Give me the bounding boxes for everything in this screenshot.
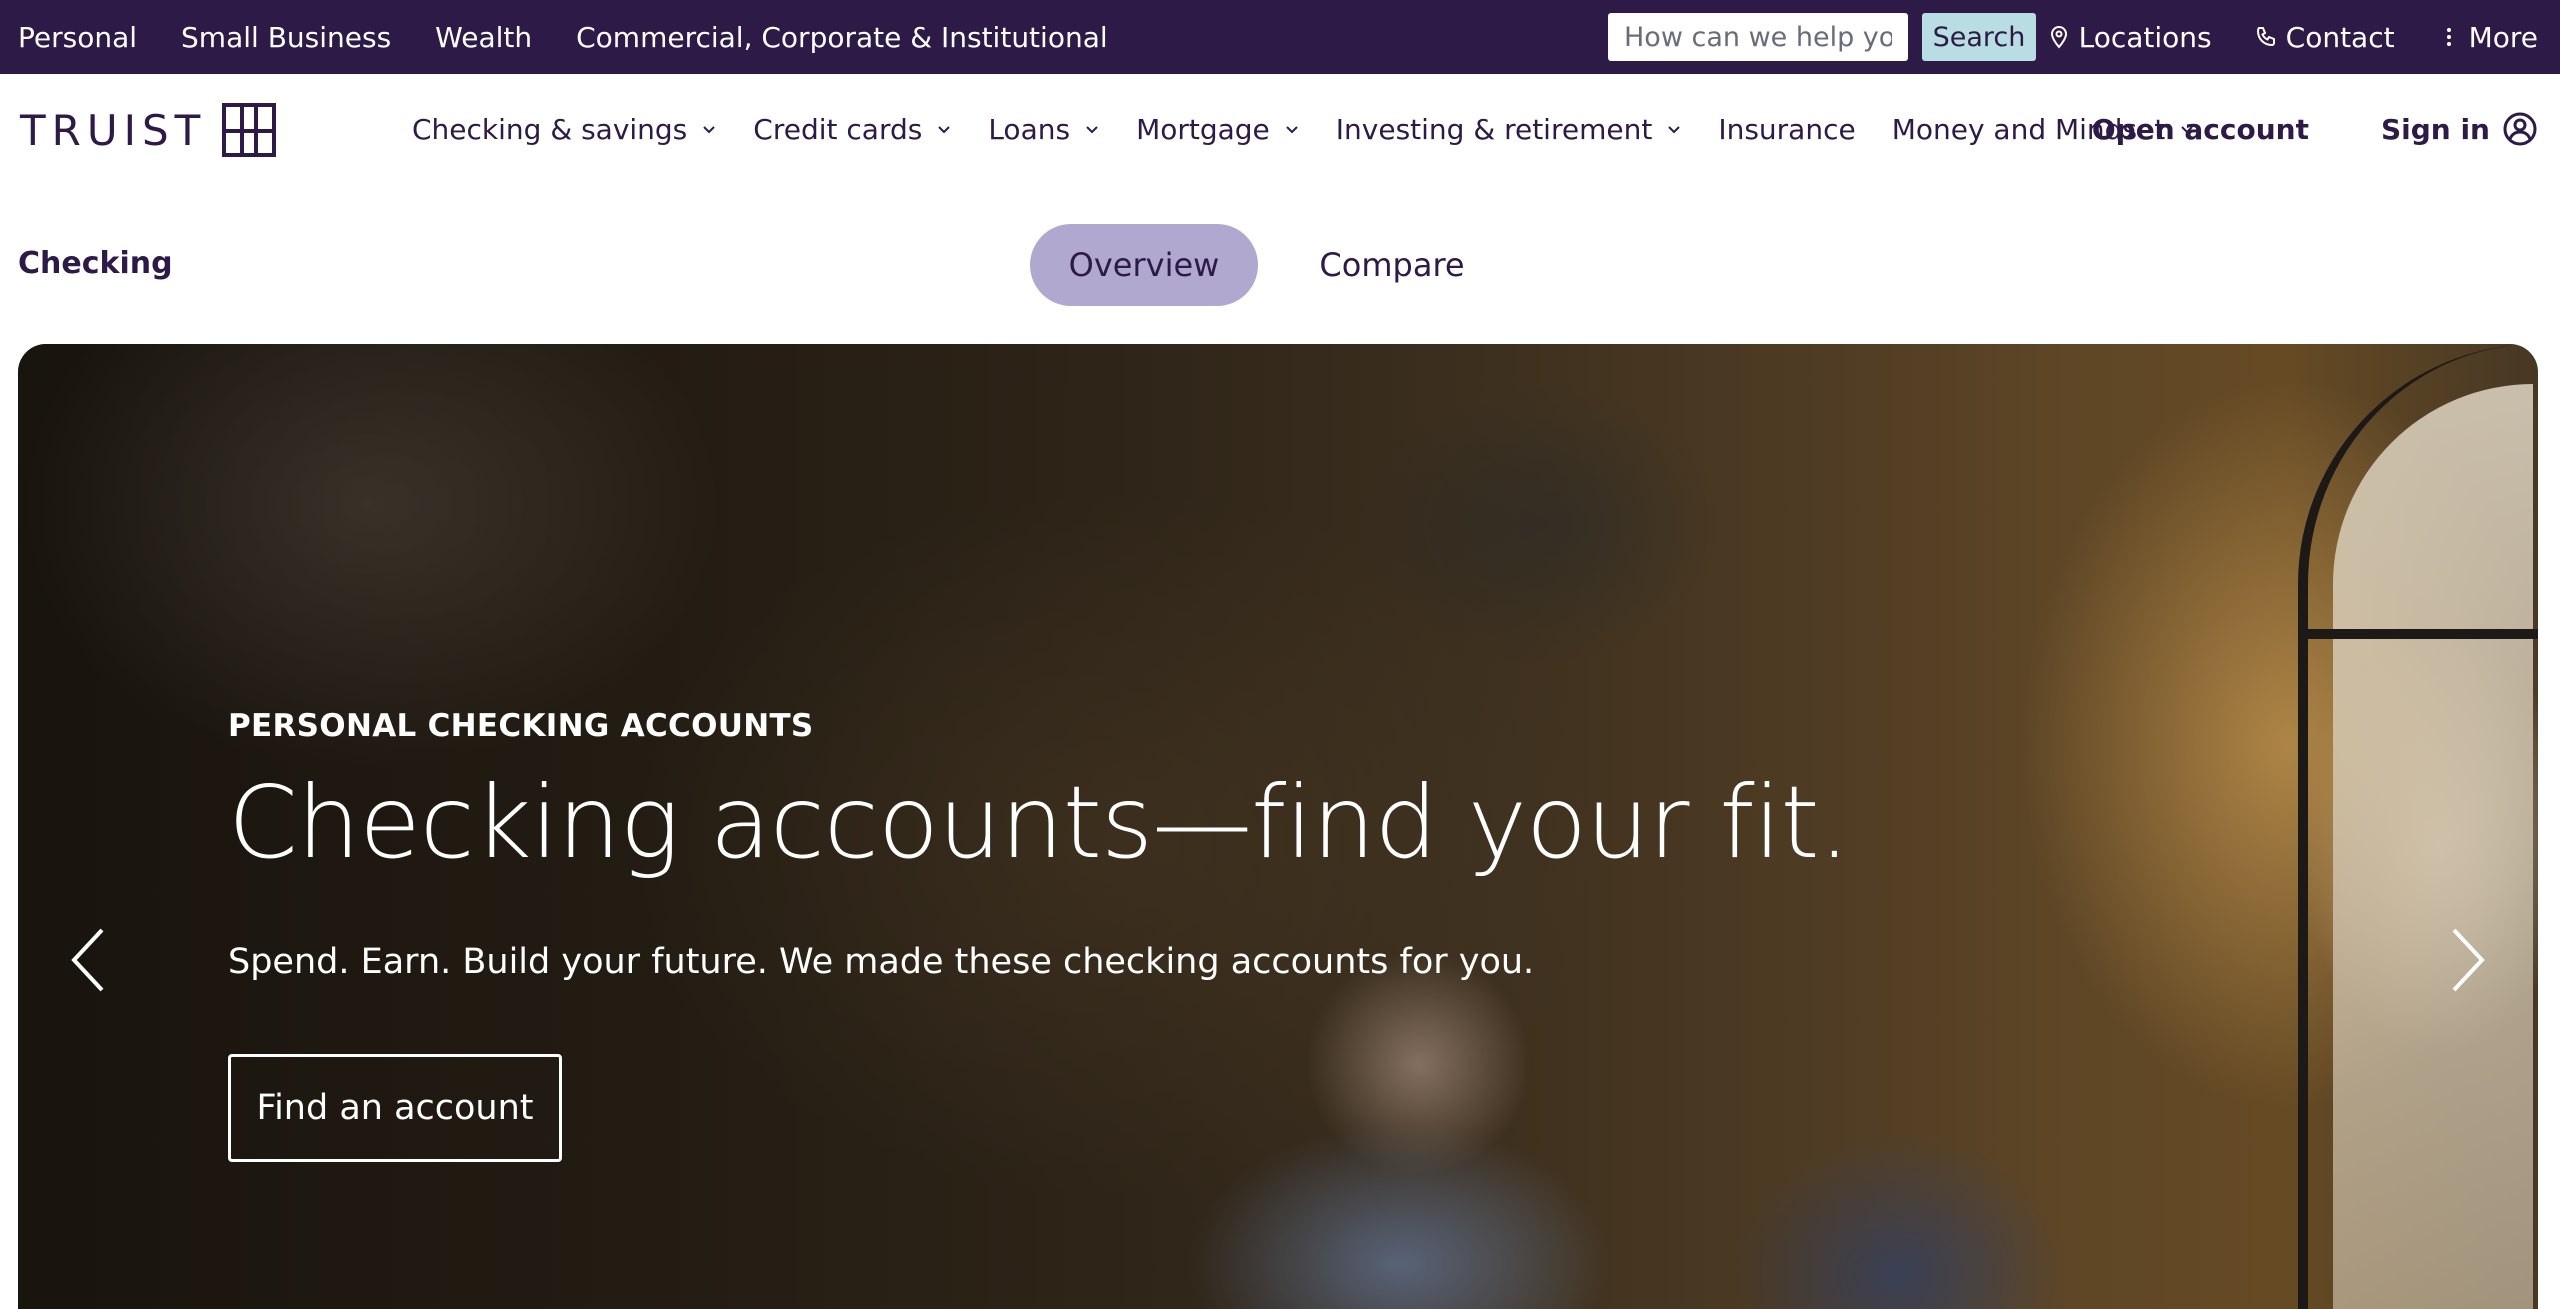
contact-label: Contact: [2285, 20, 2395, 54]
hero-title: Checking accounts—find your fit.: [228, 764, 1850, 881]
chevron-down-icon: [1668, 126, 1681, 134]
nav-credit-cards[interactable]: Credit cards: [753, 113, 952, 146]
nav-investing-retirement[interactable]: Investing & retirement: [1336, 113, 1683, 146]
locations-label: Locations: [2078, 20, 2212, 54]
truist-logo[interactable]: TRUIST: [20, 102, 277, 158]
segment-personal[interactable]: Personal: [18, 21, 137, 54]
hero-eyebrow: PERSONAL CHECKING ACCOUNTS: [228, 708, 814, 744]
segment-small-business[interactable]: Small Business: [181, 21, 391, 54]
nav-actions: Open account Sign in: [2092, 74, 2538, 184]
arrow-right-icon[interactable]: [2438, 920, 2498, 1000]
main-nav: TRUIST Checking & savings Credit cards L…: [0, 74, 2560, 184]
find-account-button[interactable]: Find an account: [228, 1054, 562, 1162]
user-circle-icon: [2503, 112, 2537, 146]
segment-commercial[interactable]: Commercial, Corporate & Institutional: [576, 21, 1108, 54]
search-button[interactable]: Search: [1922, 13, 2036, 61]
chevron-down-icon: [938, 126, 951, 134]
search-input[interactable]: [1608, 13, 1908, 61]
chevron-down-icon: [1286, 126, 1298, 134]
nav-label: Checking & savings: [412, 112, 688, 146]
tab-overview[interactable]: Overview: [1030, 224, 1258, 306]
section-title: Checking: [18, 246, 173, 281]
hero-subtitle: Spend. Earn. Build your future. We made …: [228, 942, 1535, 982]
nav-label: Mortgage: [1136, 112, 1270, 146]
location-pin-icon: [2050, 25, 2067, 49]
nav-checking-savings[interactable]: Checking & savings: [412, 113, 717, 146]
more-menu[interactable]: More: [2437, 21, 2538, 54]
utility-bar: Personal Small Business Wealth Commercia…: [0, 0, 2560, 74]
nav-insurance[interactable]: Insurance: [1718, 113, 1855, 146]
nav-label: Credit cards: [753, 112, 923, 146]
more-vertical-icon: [2446, 28, 2451, 46]
arrow-left-icon[interactable]: [58, 920, 118, 1000]
tab-compare[interactable]: Compare: [1300, 224, 1484, 306]
contact-link[interactable]: Contact: [2254, 21, 2395, 54]
hero-banner: PERSONAL CHECKING ACCOUNTS Checking acco…: [18, 344, 2538, 1309]
segment-wealth[interactable]: Wealth: [435, 21, 532, 54]
nav-loans[interactable]: Loans: [988, 113, 1100, 146]
primary-nav: Checking & savings Credit cards Loans Mo…: [412, 74, 2195, 184]
nav-mortgage[interactable]: Mortgage: [1136, 113, 1300, 146]
phone-icon: [2256, 27, 2275, 47]
chevron-down-icon: [703, 126, 715, 134]
sign-in-button[interactable]: Sign in: [2381, 111, 2538, 147]
more-label: More: [2468, 20, 2538, 54]
nav-label: Insurance: [1718, 112, 1856, 146]
locations-link[interactable]: Locations: [2047, 21, 2212, 54]
nav-label: Investing & retirement: [1335, 112, 1653, 146]
utility-links: Locations Contact More: [2047, 0, 2538, 74]
section-subnav: Checking Overview Compare: [0, 184, 2560, 344]
logo-wordmark: TRUIST: [20, 105, 207, 155]
chevron-down-icon: [1086, 126, 1098, 134]
nav-label: Loans: [988, 112, 1071, 146]
open-account-link[interactable]: Open account: [2092, 113, 2309, 146]
segment-nav: Personal Small Business Wealth Commercia…: [18, 0, 1108, 74]
sign-in-label: Sign in: [2380, 112, 2490, 146]
truist-logo-icon: [222, 103, 277, 157]
